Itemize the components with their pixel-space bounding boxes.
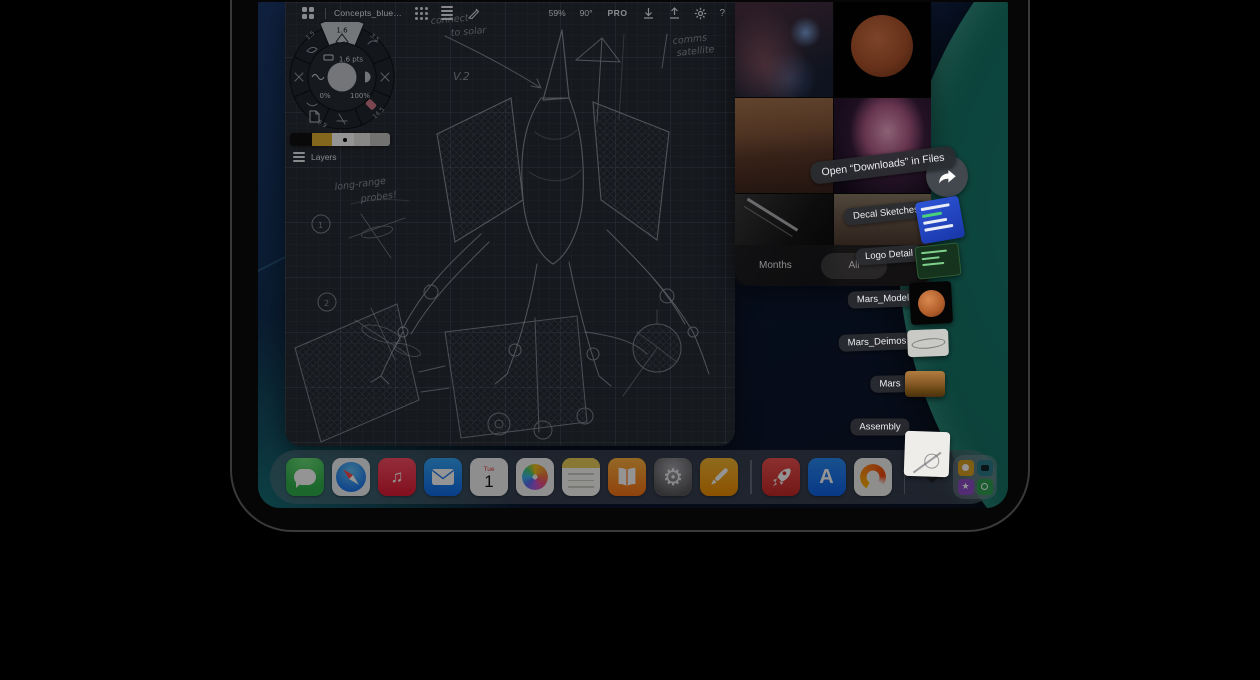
app-library-icon[interactable]: ★ — [953, 455, 997, 499]
drag-item-label: Mars — [870, 375, 909, 393]
swatch-gray[interactable] — [370, 133, 390, 146]
photo-mars-globe[interactable] — [834, 2, 932, 97]
marketing-stage: connect to solar comms satellite V.2 lon… — [0, 0, 1260, 680]
layers-icon — [293, 152, 305, 162]
draw-app-icon[interactable] — [700, 458, 738, 496]
svg-text:probes!: probes! — [359, 190, 398, 205]
tool-wheel[interactable]: 1.6 1.5 3.5 14.5 8.9 1.6 pts 0% 10 — [287, 22, 397, 132]
drag-item-label: Mars_Model — [848, 289, 919, 308]
drag-item-label: Assembly — [850, 419, 909, 436]
svg-text:to solar: to solar — [450, 25, 488, 39]
envelope-icon — [431, 468, 455, 486]
svg-text:2: 2 — [324, 299, 329, 308]
layers-list-icon[interactable] — [439, 5, 455, 21]
dock-divider — [750, 460, 752, 494]
import-icon[interactable] — [640, 5, 656, 21]
opacity-max-label: 100% — [350, 92, 370, 100]
concepts-c-swirl-icon — [860, 464, 886, 490]
mail-app-icon[interactable] — [424, 458, 462, 496]
export-share-icon[interactable] — [666, 5, 682, 21]
pro-badge[interactable]: PRO — [608, 8, 628, 18]
music-app-icon[interactable]: ♫ — [378, 458, 416, 496]
concepts-toolbar: Concepts_blue… 59% 90° PRO — [285, 2, 735, 24]
camera-mini-icon — [977, 460, 993, 476]
layers-button[interactable]: Layers — [293, 152, 337, 162]
help-button[interactable]: ? — [719, 8, 725, 19]
layers-label: Layers — [311, 152, 337, 162]
selected-tool-size: 1.6 — [336, 27, 348, 35]
document-title[interactable]: Concepts_blue… — [334, 8, 402, 18]
settings-app-icon[interactable]: ⚙ — [654, 458, 692, 496]
apps-grid-icon[interactable] — [300, 5, 316, 21]
drag-thumb-mars[interactable] — [905, 371, 945, 397]
drag-thumb-decal-sketches[interactable] — [915, 195, 966, 244]
books-app-icon[interactable] — [608, 458, 646, 496]
clock-mini-icon — [977, 479, 993, 495]
drag-thumb-mars-deimos[interactable] — [907, 329, 949, 357]
segment-months[interactable]: Months — [759, 260, 792, 271]
compass-icon — [336, 462, 366, 492]
svg-text:V.2: V.2 — [453, 70, 470, 83]
swatch-black[interactable] — [290, 133, 312, 146]
safari-app-icon[interactable] — [332, 458, 370, 496]
messages-app-icon[interactable] — [286, 458, 324, 496]
dock: ♫ Tue 1 ⚙ — [270, 450, 996, 504]
opacity-min-label: 0% — [319, 92, 330, 100]
ipad-screen: connect to solar comms satellite V.2 lon… — [258, 2, 1008, 508]
svg-text:satellite: satellite — [676, 44, 715, 59]
photo-nebula[interactable] — [735, 2, 833, 97]
canvas-angle[interactable]: 90° — [580, 8, 593, 18]
swatch-light-gray[interactable] — [354, 133, 370, 146]
app-store-icon[interactable]: A — [808, 458, 846, 496]
svg-text:1: 1 — [318, 221, 323, 230]
bottom-module-sketch — [295, 304, 681, 442]
pen-ruler-icon[interactable] — [465, 5, 481, 21]
calendar-day: 1 — [484, 473, 493, 491]
drag-thumb-mars-model[interactable] — [909, 281, 953, 325]
notes-header-strip — [562, 458, 600, 468]
concepts-app-window[interactable]: connect to solar comms satellite V.2 lon… — [285, 2, 735, 446]
open-book-icon — [614, 465, 640, 489]
svg-text:long-range: long-range — [334, 176, 387, 193]
ipad-device-frame: connect to solar comms satellite V.2 lon… — [230, 0, 1030, 532]
rocket-icon — [767, 463, 795, 491]
photos-app-window[interactable]: Months All — [735, 2, 931, 286]
settings-gear-icon[interactable] — [692, 5, 708, 21]
calendar-app-icon[interactable]: Tue 1 — [470, 458, 508, 496]
photos-app-icon[interactable] — [516, 458, 554, 496]
swatch-gold[interactable] — [312, 133, 332, 146]
rocket-app-icon[interactable] — [762, 458, 800, 496]
drag-thumb-logo-detail[interactable] — [914, 242, 961, 279]
photo-grid — [735, 2, 931, 286]
speech-bubble-icon — [294, 469, 316, 485]
concepts-app-icon[interactable] — [854, 458, 892, 496]
pen-icon — [704, 462, 734, 492]
flower-icon — [522, 464, 548, 490]
drag-thumb-assembly[interactable] — [904, 431, 951, 478]
toolbar-separator — [325, 8, 326, 19]
selected-color-dot — [343, 138, 347, 142]
color-puck[interactable] — [328, 63, 357, 92]
zoom-level[interactable]: 59% — [549, 8, 566, 18]
drag-item-label: Mars_Deimos — [838, 332, 915, 352]
notes-app-icon[interactable] — [562, 458, 600, 496]
color-palette-bar[interactable] — [290, 133, 390, 146]
tips-mini-icon — [958, 460, 974, 476]
precision-grid-icon[interactable] — [413, 5, 429, 21]
gear-icon: ⚙ — [663, 464, 684, 491]
page-tool-icon[interactable] — [309, 110, 320, 123]
music-note-icon: ♫ — [391, 467, 404, 487]
star-mini-icon: ★ — [958, 479, 974, 495]
appstore-letter: A — [819, 466, 833, 489]
stroke-width-value: 1.6 pts — [339, 56, 364, 64]
